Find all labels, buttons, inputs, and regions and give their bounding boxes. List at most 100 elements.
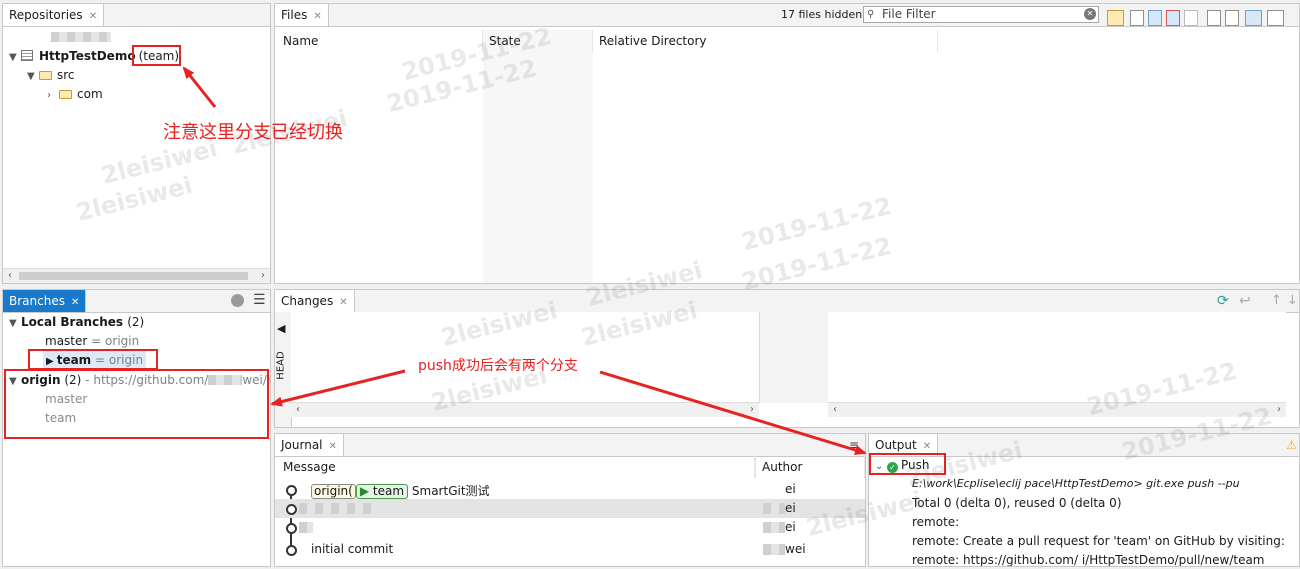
commit-node	[286, 504, 297, 515]
branch-name: master	[45, 334, 88, 348]
tab-journal-label: Journal	[281, 438, 323, 452]
commit-message: SmartGit测试	[411, 484, 490, 498]
output-line: remote:	[912, 515, 960, 529]
annotation-branch-switched: 注意这里分支已经切换	[163, 122, 343, 143]
diff-gutter-left	[759, 312, 829, 403]
scroll-left-icon[interactable]: ‹	[3, 269, 17, 283]
tab-journal[interactable]: Journal ✕	[275, 434, 344, 456]
commit-author: ei	[785, 501, 796, 515]
tab-output-label: Output	[875, 438, 917, 452]
journal-tabbar: Journal ✕ ≡	[275, 434, 865, 457]
state-column-band	[483, 52, 593, 283]
tab-changes-label: Changes	[281, 294, 334, 308]
close-icon[interactable]: ✕	[923, 441, 931, 452]
local-branches-header[interactable]: ▼ Local Branches (2)	[9, 313, 144, 331]
output-line: remote: https://github.com/ i/HttpTestDe…	[912, 553, 1265, 567]
commit-author: ei	[785, 482, 796, 496]
diff-scrollbar-right[interactable]: ‹ ›	[828, 402, 1286, 417]
branch-label-team: ▶ team	[355, 484, 409, 499]
horizontal-scrollbar[interactable]: ‹ ›	[3, 268, 270, 283]
view-tree-icon[interactable]	[1267, 10, 1284, 26]
tree-item-label: com	[77, 87, 103, 101]
tab-files-label: Files	[281, 8, 308, 22]
file-unchanged-icon[interactable]	[1130, 10, 1144, 26]
diff-scrollbar-left[interactable]: ‹ ›	[291, 402, 759, 417]
chevron-down-icon[interactable]: ▼	[9, 49, 21, 67]
redacted-area	[763, 544, 785, 555]
column-message[interactable]: Message	[277, 456, 755, 478]
diff-right-pane	[828, 312, 1286, 403]
journal-row[interactable]: ei	[275, 499, 865, 518]
scroll-right-icon[interactable]: ›	[1272, 403, 1286, 417]
close-icon[interactable]: ✕	[313, 11, 321, 22]
hidden-files-count: 17 files hidden	[781, 8, 863, 21]
scroll-left-icon[interactable]: ‹	[828, 403, 842, 417]
scroll-right-icon[interactable]: ›	[745, 403, 759, 417]
journal-row[interactable]: origin(▶ team SmartGit测试 ei	[275, 480, 865, 499]
column-relative-directory[interactable]: Relative Directory	[593, 30, 938, 52]
column-state[interactable]: State	[483, 30, 593, 52]
redacted-area	[299, 503, 379, 514]
tree-item-src[interactable]: ▼ src	[27, 66, 75, 84]
close-icon[interactable]: ✕	[71, 297, 79, 308]
filter-icon: ⚲	[867, 9, 875, 20]
tab-branches-label: Branches	[9, 294, 65, 308]
menu-icon[interactable]: ☰	[253, 292, 266, 308]
scroll-left-icon[interactable]: ‹	[291, 403, 305, 417]
output-line: remote: Create a pull request for 'team'…	[912, 534, 1285, 548]
arrow-up-icon[interactable]: ↑	[1271, 291, 1282, 311]
commit-author: wei	[785, 542, 806, 556]
output-line: Total 0 (delta 0), reused 0 (delta 0)	[912, 496, 1122, 510]
open-folder-icon[interactable]	[1107, 10, 1124, 26]
chevron-down-icon[interactable]: ▼	[27, 68, 39, 86]
head-label: HEAD	[275, 351, 287, 380]
tab-changes[interactable]: Changes ✕	[275, 290, 355, 312]
branch-item-master[interactable]: master = origin	[45, 332, 139, 350]
chevron-down-icon[interactable]: ▼	[9, 315, 21, 333]
column-author[interactable]: Author	[755, 456, 865, 478]
annotation-box-team-branch	[28, 349, 158, 370]
journal-row[interactable]: initial commit wei	[275, 540, 865, 559]
chevron-right-icon[interactable]: ›	[47, 87, 59, 105]
journal-row[interactable]: ei	[275, 518, 865, 537]
file-ignored-icon[interactable]	[1184, 10, 1198, 26]
file-modified-icon[interactable]	[1148, 10, 1162, 26]
annotation-box-push	[869, 453, 946, 475]
redacted-area	[763, 522, 785, 533]
commit-labels: origin(▶ team SmartGit测试	[311, 482, 490, 499]
sync-icon[interactable]: ⟳	[1217, 291, 1229, 311]
commit-node	[286, 545, 297, 556]
journal-panel: Journal ✕ ≡ Message Author origin(▶ team …	[274, 433, 866, 567]
scrollbar-thumb[interactable]	[19, 272, 248, 280]
folder-icon	[59, 90, 72, 99]
warning-icon[interactable]: ⚠	[1286, 436, 1297, 454]
close-icon[interactable]: ✕	[329, 441, 337, 452]
files-tabbar: Files ✕ 17 files hidden ⚲ File Filter ✕	[275, 4, 1299, 27]
scroll-right-icon[interactable]: ›	[256, 269, 270, 283]
view-flat-icon[interactable]	[1245, 10, 1262, 26]
file-staged-icon[interactable]	[1225, 10, 1239, 26]
play-icon: ▶	[359, 484, 370, 498]
tab-files[interactable]: Files ✕	[275, 4, 329, 26]
tab-repositories[interactable]: Repositories ✕	[3, 4, 105, 26]
refresh-icon[interactable]	[231, 294, 244, 307]
file-new-icon[interactable]	[1207, 10, 1221, 26]
file-conflict-icon[interactable]	[1166, 10, 1180, 26]
tree-item-com[interactable]: › com	[47, 85, 103, 103]
branch-label-origin: origin(	[311, 484, 356, 499]
clear-filter-icon[interactable]: ✕	[1084, 8, 1096, 20]
arrow-down-icon[interactable]: ↓	[1287, 291, 1298, 311]
tab-branches[interactable]: Branches ✕	[3, 290, 87, 312]
repo-name: HttpTestDemo	[39, 49, 136, 63]
close-icon[interactable]: ✕	[339, 297, 347, 308]
column-name[interactable]: Name	[277, 30, 483, 52]
changes-tabbar: Changes ✕ ⟳ ↩ ↑ ↓	[275, 290, 1299, 313]
folder-icon	[39, 71, 52, 80]
repository-icon	[21, 50, 33, 61]
filter-icon[interactable]: ≡	[849, 435, 859, 455]
commit-author: ei	[785, 520, 796, 534]
undo-icon[interactable]: ↩	[1239, 291, 1251, 311]
repositories-tabbar: Repositories ✕	[3, 4, 270, 27]
close-icon[interactable]: ✕	[89, 11, 97, 22]
file-filter-input[interactable]: ⚲ File Filter ✕	[863, 6, 1099, 23]
